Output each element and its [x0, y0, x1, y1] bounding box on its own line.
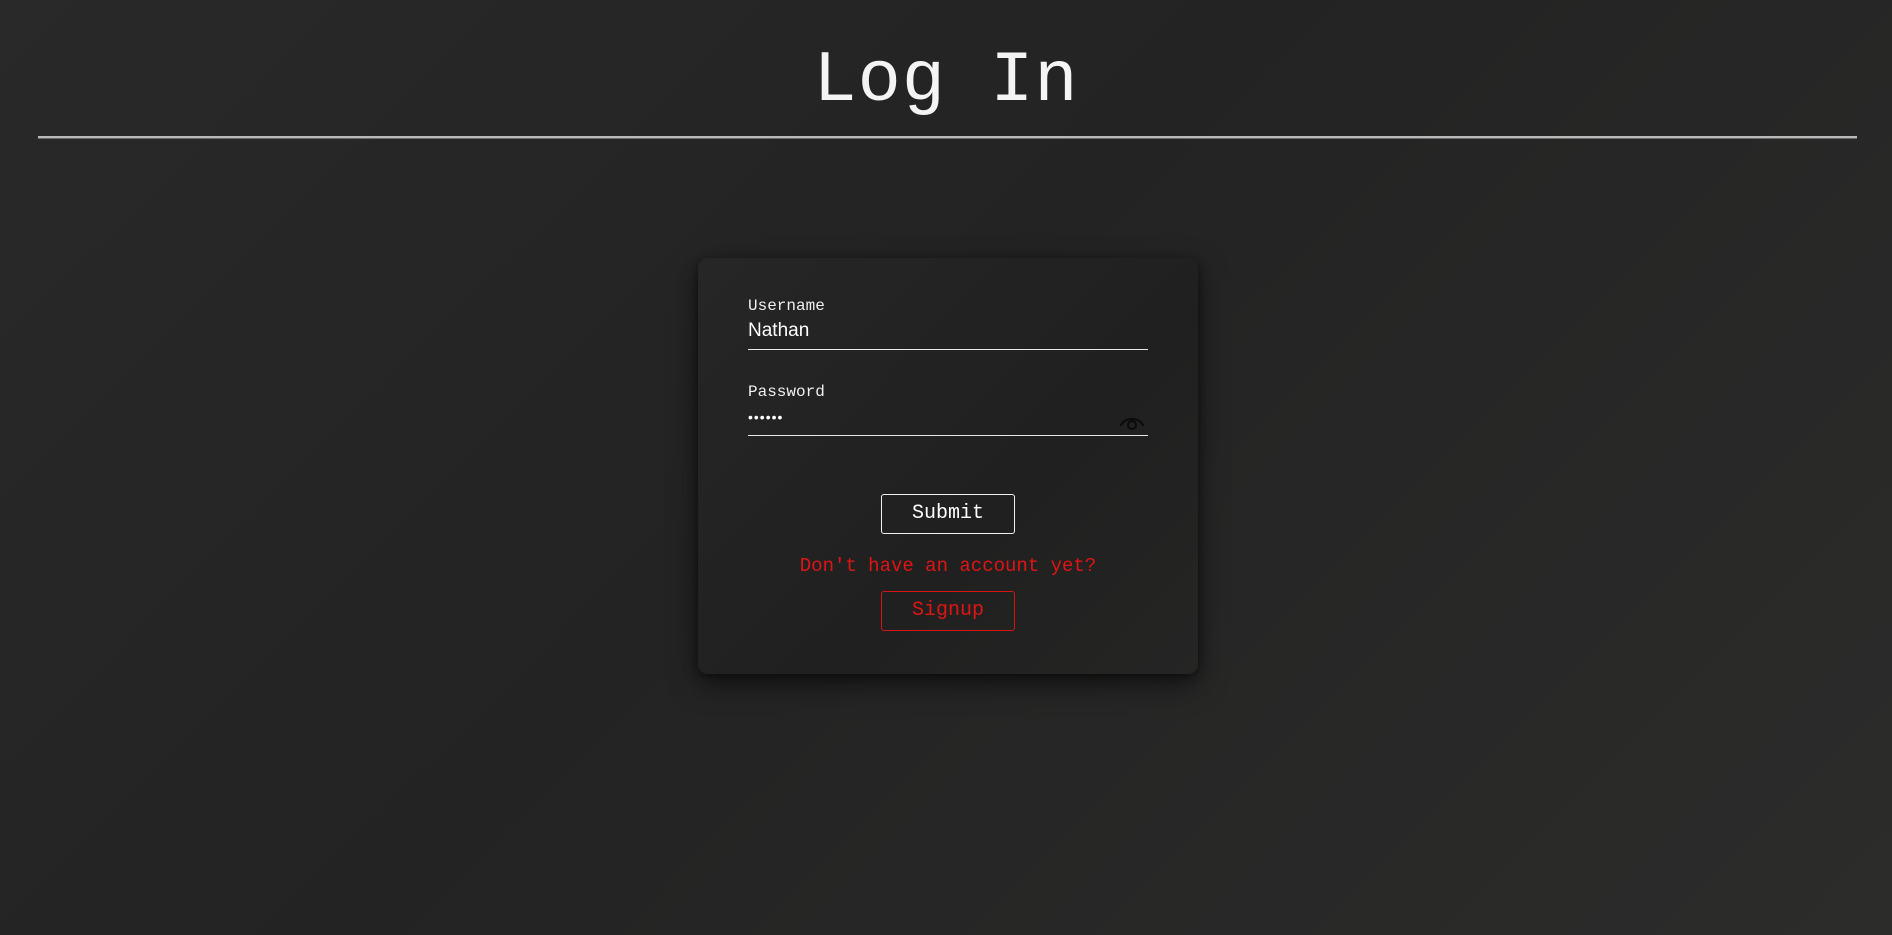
password-field: Password — [748, 382, 1148, 442]
eye-icon[interactable] — [1118, 410, 1146, 432]
eye-icon-graphic — [1120, 418, 1144, 430]
signup-button[interactable]: Signup — [881, 591, 1015, 631]
page-header: Log In — [0, 0, 1892, 140]
username-label: Username — [748, 297, 825, 315]
page-title: Log In — [813, 40, 1079, 122]
username-input[interactable] — [748, 318, 1148, 350]
header-divider — [38, 136, 1857, 139]
password-label: Password — [748, 383, 825, 401]
submit-button[interactable]: Submit — [881, 494, 1015, 534]
login-card: Username Password Submit Don't have an a… — [698, 258, 1198, 674]
signup-prompt: Don't have an account yet? — [799, 555, 1097, 577]
username-field: Username — [748, 296, 1148, 356]
password-input[interactable] — [748, 404, 1148, 436]
